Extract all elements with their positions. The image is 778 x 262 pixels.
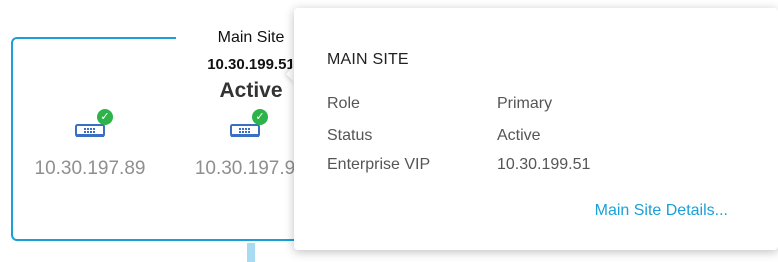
main-site-details-link[interactable]: Main Site Details... bbox=[595, 202, 728, 220]
node-ip: 10.30.197.89 bbox=[34, 158, 146, 179]
site-info-popover: MAIN SITE Role Primary Status Active Ent… bbox=[294, 8, 778, 250]
row-value: Primary bbox=[497, 95, 553, 112]
switch-icon: ✓ bbox=[75, 109, 113, 140]
row-value: Active bbox=[497, 127, 541, 144]
row-label: Status bbox=[327, 127, 373, 144]
row-label: Enterprise VIP bbox=[327, 156, 431, 173]
site-connector-line bbox=[247, 243, 255, 262]
stage: Main Site 10.30.199.51 Active ✓ 10.30.19… bbox=[0, 0, 778, 262]
row-label: Role bbox=[327, 95, 360, 112]
check-icon: ✓ bbox=[97, 109, 113, 125]
row-value: 10.30.199.51 bbox=[497, 156, 591, 173]
check-icon: ✓ bbox=[252, 109, 268, 125]
popover-title: MAIN SITE bbox=[327, 51, 409, 68]
node-1[interactable]: ✓ 10.30.197.89 bbox=[20, 109, 160, 181]
switch-icon: ✓ bbox=[230, 109, 268, 140]
